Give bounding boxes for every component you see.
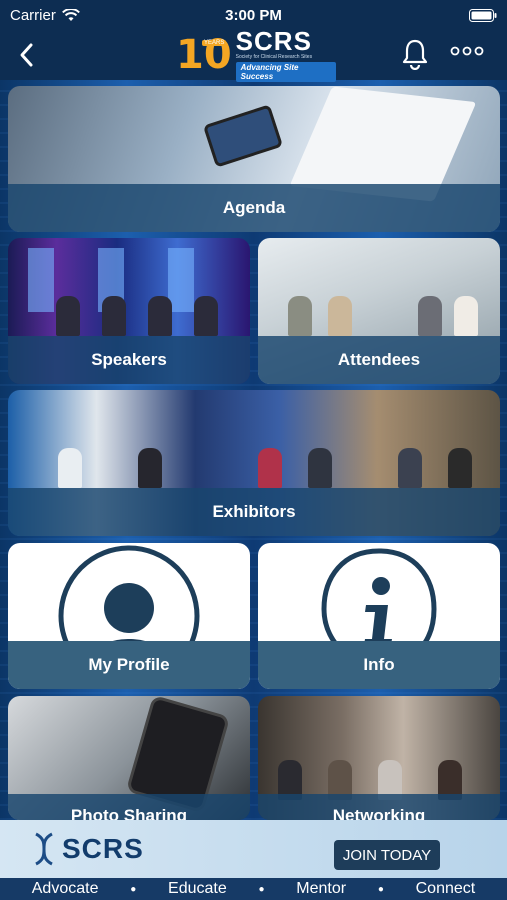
logo-name: SCRS [235, 26, 312, 56]
nav-bar: 10 YEARS SCRS Society for Clinical Resea… [0, 26, 507, 82]
motto-advocate: Advocate [31, 880, 99, 897]
phone-graphic [202, 104, 284, 168]
exhibitor-figure [258, 448, 282, 488]
motto-educate: Educate [168, 880, 227, 897]
back-button[interactable] [18, 35, 48, 75]
tile-my-profile-label: My Profile [8, 641, 250, 689]
tile-attendees[interactable]: Attendees [258, 238, 500, 384]
logo-tagline: Advancing Site Success [235, 62, 336, 82]
tile-agenda-label: Agenda [8, 184, 500, 232]
tile-my-profile[interactable]: My Profile [8, 543, 250, 689]
notifications-button[interactable] [400, 38, 430, 75]
tile-networking-label: Networking [258, 794, 500, 820]
tile-exhibitors[interactable]: Exhibitors [8, 390, 500, 536]
speaker-figure [194, 296, 218, 336]
attendee-figure [288, 296, 312, 336]
carrier-info: Carrier [10, 7, 80, 24]
more-options-button[interactable] [450, 43, 484, 61]
exhibitor-figure [398, 448, 422, 488]
scrs-anniversary-logo: 10 YEARS SCRS Society for Clinical Resea… [176, 26, 336, 82]
stage-light [28, 248, 54, 312]
tile-speakers-label: Speakers [8, 336, 250, 384]
logo-text-block: SCRS Society for Clinical Research Sites… [235, 26, 336, 82]
motto-separator: ● [258, 883, 265, 895]
tile-info-label: Info [258, 641, 500, 689]
tile-networking[interactable]: Networking [258, 696, 500, 820]
stage-light [168, 248, 194, 312]
tile-photo-sharing-label: Photo Sharing [8, 794, 250, 820]
logo-subtitle: Society for Clinical Research Sites [235, 54, 313, 60]
tile-speakers[interactable]: Speakers [8, 238, 250, 384]
motto-separator: ● [377, 883, 384, 895]
attendee-figure [418, 296, 442, 336]
speaker-figure [148, 296, 172, 336]
motto-separator: ● [130, 883, 137, 895]
attendee-figure [328, 296, 352, 336]
footer-logo-text: SCRS [62, 833, 144, 864]
battery-icon [469, 8, 497, 22]
join-today-button[interactable]: JOIN TODAY [334, 840, 440, 870]
more-icon [450, 46, 484, 56]
footer-logo: SCRS [30, 832, 144, 866]
exhibitor-figure [138, 448, 162, 488]
exhibitor-figure [308, 448, 332, 488]
join-banner[interactable]: SCRS JOIN TODAY [0, 820, 507, 878]
motto-bar: Advocate ● Educate ● Mentor ● Connect [0, 878, 507, 900]
tile-photo-sharing[interactable]: Photo Sharing [8, 696, 250, 820]
tile-exhibitors-label: Exhibitors [8, 488, 500, 536]
bell-icon [402, 39, 428, 71]
exhibitor-figure [448, 448, 472, 488]
speaker-figure [56, 296, 80, 336]
motto-mentor: Mentor [296, 880, 347, 897]
dna-helix-icon [35, 832, 53, 866]
tile-attendees-label: Attendees [258, 336, 500, 384]
attendee-figure [454, 296, 478, 336]
speaker-figure [102, 296, 126, 336]
exhibitor-figure [58, 448, 82, 488]
back-chevron-icon [20, 43, 33, 67]
wifi-icon [61, 8, 80, 21]
logo-years: YEARS [202, 40, 227, 46]
motto-connect: Connect [415, 880, 476, 897]
tile-agenda[interactable]: Agenda [8, 86, 500, 232]
tile-info[interactable]: Info [258, 543, 500, 689]
carrier-label: Carrier [10, 6, 56, 24]
